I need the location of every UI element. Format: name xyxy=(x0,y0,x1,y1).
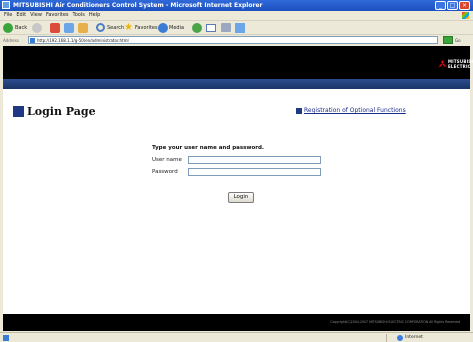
username-input[interactable] xyxy=(188,156,321,164)
page-status-icon xyxy=(3,335,9,341)
refresh-button[interactable] xyxy=(64,23,74,33)
close-button[interactable]: × xyxy=(459,1,470,10)
page-title-text: Login Page xyxy=(27,105,96,118)
home-icon xyxy=(78,23,88,33)
star-icon: ★ xyxy=(124,22,133,33)
home-button[interactable] xyxy=(78,23,88,33)
window-title: MITSUBISHI Air Conditioners Control Syst… xyxy=(13,2,263,9)
address-input[interactable]: http://192.168.1.1/g-50/en/administrator… xyxy=(28,36,438,44)
header-banner: MITSUBISHI ELECTRIC xyxy=(3,46,473,79)
favorites-label: Favorites xyxy=(135,25,158,31)
favorites-button[interactable]: ★ xyxy=(124,23,134,33)
go-label: Go xyxy=(455,38,461,43)
copyright-text: Copyright(C)2004-2007 MITSUBISHI ELECTRI… xyxy=(330,320,460,324)
back-label: Back xyxy=(15,25,28,31)
brand-name: MITSUBISHI ELECTRIC xyxy=(448,59,473,69)
address-bar: Address http://192.168.1.1/g-50/en/admin… xyxy=(0,34,473,46)
windows-logo-icon xyxy=(462,12,469,19)
menu-file[interactable]: File xyxy=(4,11,12,20)
footer-banner: Copyright(C)2004-2007 MITSUBISHI ELECTRI… xyxy=(3,314,470,331)
search-button[interactable] xyxy=(96,23,105,33)
mail-icon xyxy=(206,24,216,32)
history-icon xyxy=(192,23,202,33)
login-instruction: Type your user name and password. xyxy=(152,145,264,151)
internet-zone-icon xyxy=(397,335,403,341)
password-input[interactable] xyxy=(188,168,321,176)
mail-button[interactable] xyxy=(206,23,216,33)
address-label: Address xyxy=(3,38,19,43)
menu-tools[interactable]: Tools xyxy=(73,11,85,20)
back-arrow-icon xyxy=(3,23,13,33)
edit-icon xyxy=(235,23,245,33)
link-square-icon xyxy=(296,108,302,114)
go-button[interactable] xyxy=(443,36,453,44)
search-label: Search xyxy=(107,25,125,31)
edit-button[interactable] xyxy=(235,23,245,33)
media-label: Media xyxy=(169,25,185,31)
ie-icon xyxy=(2,1,10,9)
maximize-button[interactable]: □ xyxy=(447,1,458,10)
search-icon xyxy=(96,23,105,32)
page-icon xyxy=(30,38,35,43)
media-icon xyxy=(158,23,168,33)
menu-bar: File Edit View Favorites Tools Help xyxy=(0,11,473,20)
toolbar: Back Search ★ Favorites Media xyxy=(0,20,473,35)
registration-link-text[interactable]: Registration of Optional Functions xyxy=(304,106,406,116)
status-divider xyxy=(386,334,387,342)
browser-window: MITSUBISHI Air Conditioners Control Syst… xyxy=(0,0,473,342)
back-button[interactable] xyxy=(3,23,13,33)
address-url: http://192.168.1.1/g-50/en/administrator… xyxy=(37,38,129,43)
zone-label: Internet xyxy=(405,335,423,340)
forward-button[interactable] xyxy=(32,23,42,33)
media-button[interactable] xyxy=(158,23,168,33)
stop-icon xyxy=(50,23,60,33)
title-bar: MITSUBISHI Air Conditioners Control Syst… xyxy=(0,0,473,11)
stop-button[interactable] xyxy=(50,23,60,33)
history-button[interactable] xyxy=(192,23,202,33)
minimize-button[interactable]: _ xyxy=(435,1,446,10)
password-label: Password xyxy=(152,169,178,175)
page-content: MITSUBISHI ELECTRIC Login Page Registrat… xyxy=(3,46,473,331)
menu-edit[interactable]: Edit xyxy=(16,11,26,20)
login-button[interactable]: Login xyxy=(228,192,254,203)
menu-view[interactable]: View xyxy=(30,11,42,20)
refresh-icon xyxy=(64,23,74,33)
forward-arrow-icon xyxy=(32,23,42,33)
status-bar: Internet xyxy=(0,332,473,342)
menu-help[interactable]: Help xyxy=(89,11,100,20)
username-label: User name xyxy=(152,157,182,163)
mitsubishi-diamonds-icon xyxy=(438,60,447,68)
brand-logo: MITSUBISHI ELECTRIC xyxy=(438,59,473,69)
print-icon xyxy=(221,23,231,32)
print-button[interactable] xyxy=(221,23,231,33)
nav-band xyxy=(3,79,470,89)
menu-favorites[interactable]: Favorites xyxy=(46,11,69,20)
title-square-icon xyxy=(13,106,24,117)
